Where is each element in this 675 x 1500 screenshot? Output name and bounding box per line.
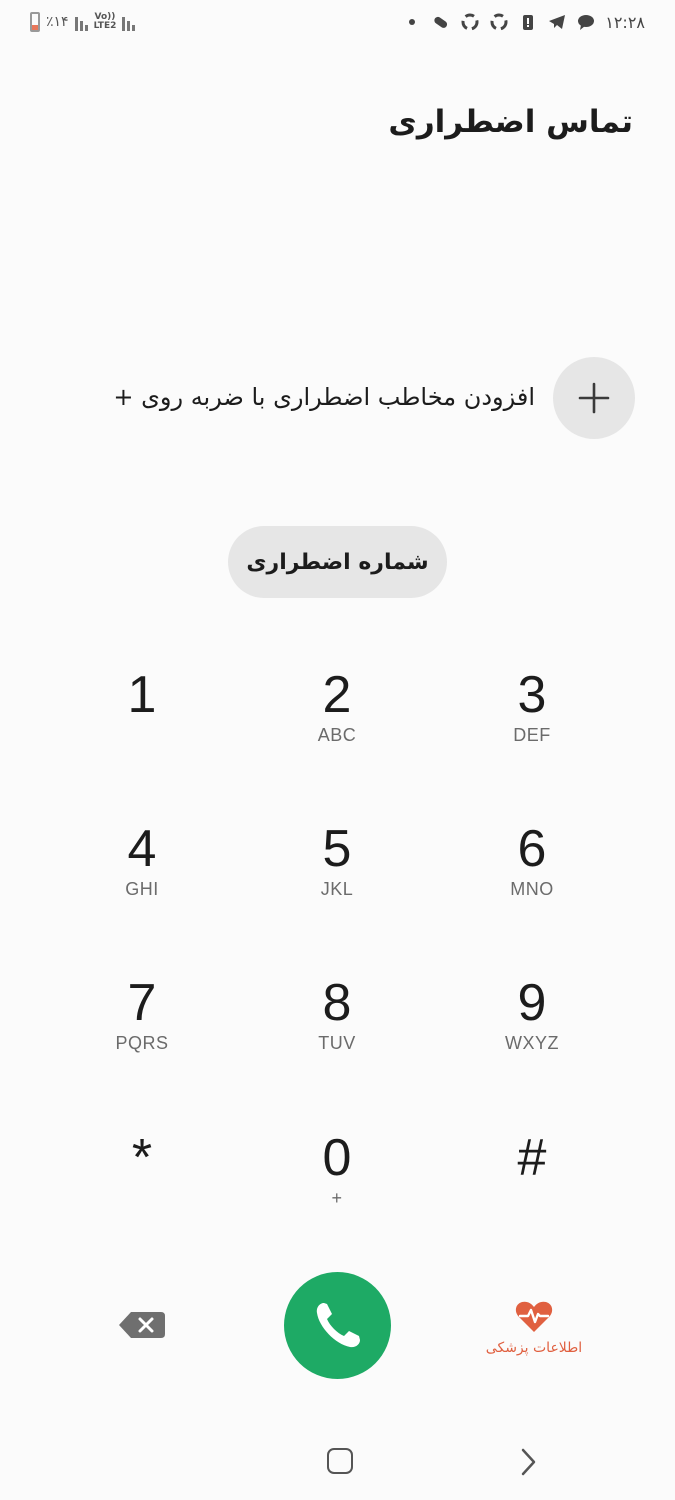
heart-pulse-icon: [515, 1301, 553, 1332]
chat-icon: [578, 15, 595, 30]
status-left: ٪۱۴ Vo)) LTE2: [30, 12, 136, 32]
lte-label: LTE2: [93, 21, 117, 31]
battery-percent: ٪۱۴: [46, 14, 69, 30]
key-digit: 2: [322, 666, 352, 724]
key-letters: MNO: [510, 879, 554, 899]
key-digit: 4: [127, 820, 157, 878]
add-contact-row: افزودن مخاطب اضطراری با ضربه روی +: [35, 357, 635, 441]
key-letters: GHI: [125, 879, 159, 899]
key-digit: #: [517, 1129, 547, 1187]
key-star[interactable]: *: [77, 1130, 207, 1230]
key-digit: 6: [517, 820, 547, 878]
key-digit: 8: [322, 974, 352, 1032]
key-digit: 1: [127, 666, 157, 724]
status-time: ۱۲:۲۸: [605, 12, 645, 32]
recycle-icon: [490, 13, 508, 31]
page-title: تماس اضطراری: [388, 104, 633, 140]
chevron-right-icon: [521, 1448, 536, 1476]
signal-icon: [74, 13, 88, 31]
status-bar: ٪۱۴ Vo)) LTE2 ۱۲:۲۸: [0, 0, 675, 50]
key-3[interactable]: 3 DEF: [467, 667, 597, 767]
key-digit: 0: [322, 1129, 352, 1187]
network-type: Vo)) LTE2: [94, 13, 117, 31]
medical-info-button[interactable]: اطلاعات پزشکی: [480, 1300, 588, 1360]
key-digit: 5: [322, 820, 352, 878]
key-6[interactable]: 6 MNO: [467, 821, 597, 921]
key-digit: *: [131, 1129, 153, 1187]
key-letters: WXYZ: [505, 1033, 559, 1053]
key-digit: 3: [517, 666, 547, 724]
plus-icon: [578, 382, 610, 414]
key-5[interactable]: 5 JKL: [272, 821, 402, 921]
delete-button[interactable]: [117, 1307, 167, 1343]
battery-icon: [30, 12, 40, 32]
recycle-icon: [461, 13, 479, 31]
key-letters: ABC: [317, 725, 357, 745]
phone-icon: [316, 1303, 360, 1348]
key-7[interactable]: 7 PQRS: [77, 975, 207, 1075]
key-1[interactable]: 1: [77, 667, 207, 767]
key-letters: TUV: [318, 1033, 356, 1053]
key-letters: DEF: [513, 725, 551, 745]
key-letters: JKL: [320, 879, 354, 899]
add-contact-button[interactable]: [553, 357, 635, 439]
key-hash[interactable]: #: [467, 1130, 597, 1230]
home-button[interactable]: [327, 1448, 353, 1474]
key-letters: +: [331, 1188, 343, 1208]
dot-icon: [409, 19, 416, 25]
add-contact-label: افزودن مخاطب اضطراری با ضربه روی +: [113, 383, 535, 411]
key-letters: PQRS: [115, 1033, 169, 1053]
pill-icon: [434, 16, 448, 28]
key-8[interactable]: 8 TUV: [272, 975, 402, 1075]
medical-info-label: اطلاعات پزشکی: [485, 1340, 583, 1356]
call-button[interactable]: [284, 1272, 391, 1379]
key-digit: 7: [127, 974, 157, 1032]
backspace-icon: [119, 1312, 165, 1338]
battery-alert-icon: [523, 15, 534, 30]
key-4[interactable]: 4 GHI: [77, 821, 207, 921]
key-0[interactable]: 0 +: [272, 1130, 402, 1230]
key-2[interactable]: 2 ABC: [272, 667, 402, 767]
emergency-number-button[interactable]: شماره اضطراری: [228, 526, 447, 598]
signal-icon: [122, 13, 136, 31]
key-9[interactable]: 9 WXYZ: [467, 975, 597, 1075]
status-right: ۱۲:۲۸: [402, 12, 645, 32]
telegram-icon: [549, 15, 566, 29]
back-button[interactable]: [516, 1446, 540, 1478]
key-digit: 9: [517, 974, 547, 1032]
